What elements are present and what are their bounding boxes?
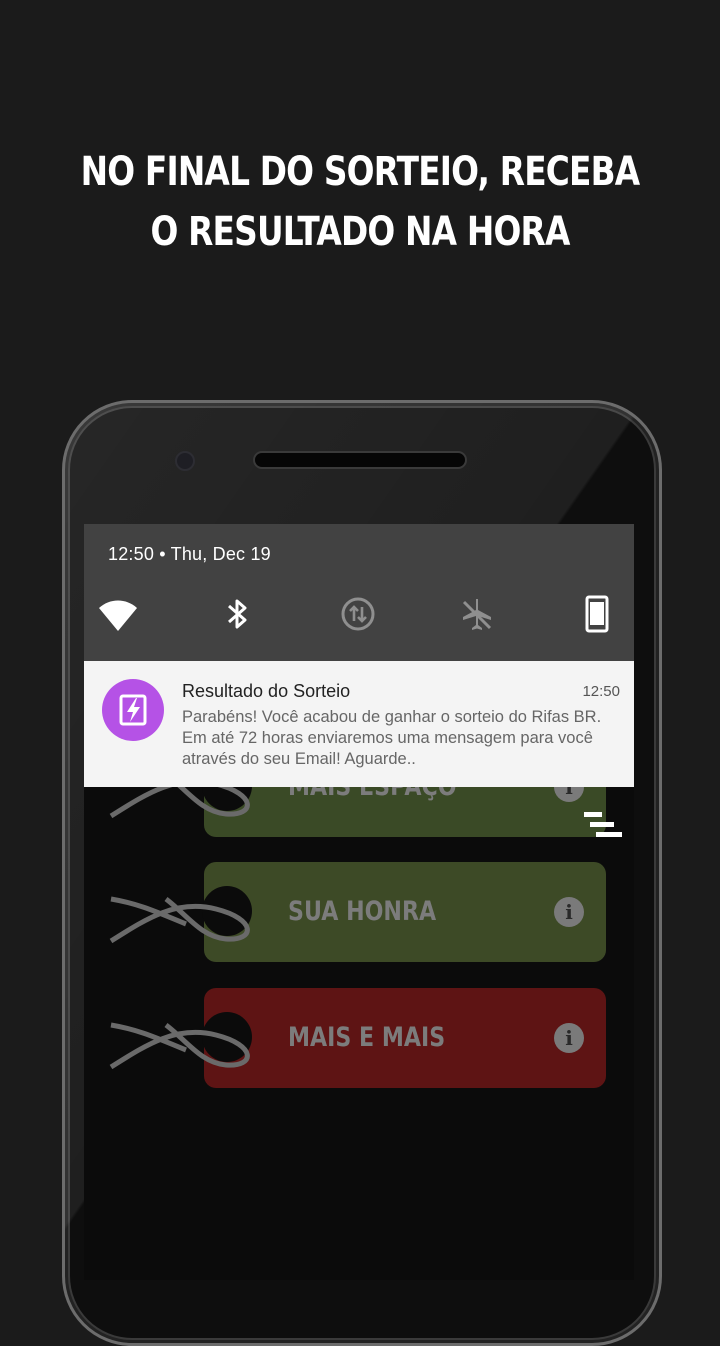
notification-time: 12:50 (582, 683, 620, 700)
phone-rotate-icon[interactable] (577, 594, 617, 634)
info-icon[interactable]: i (554, 1023, 584, 1053)
phone-screen: MAIS ESPAÇO i SUA HONRA i MAIS E MAIS i … (84, 524, 634, 1280)
status-time-date: 12:50 • Thu, Dec 19 (108, 544, 271, 564)
earpiece-speaker (253, 451, 467, 469)
notification-card[interactable]: Resultado do Sorteio 12:50 Parabéns! Voc… (84, 661, 634, 787)
airplane-mode-icon[interactable] (457, 594, 497, 634)
front-camera (175, 451, 195, 471)
wifi-icon[interactable] (98, 594, 138, 634)
string-icon (109, 896, 250, 944)
headline-line-2: O RESULTADO NA HORA (150, 209, 570, 255)
notification-body: Parabéns! Você acabou de ganhar o sortei… (182, 708, 602, 768)
lightning-icon (119, 694, 147, 726)
headline-line-1: NO FINAL DO SORTEIO, RECEBA (80, 149, 641, 195)
tag-label: MAIS E MAIS (288, 1022, 446, 1053)
string-icon (109, 1022, 250, 1070)
quick-settings-shade: 12:50 • Thu, Dec 19 (84, 524, 634, 661)
data-sync-icon[interactable] (338, 594, 378, 634)
tag-label: SUA HONRA (288, 896, 437, 927)
app-icon (102, 679, 164, 741)
headline: NO FINAL DO SORTEIO, RECEBA O RESULTADO … (65, 142, 655, 262)
bluetooth-icon[interactable] (217, 594, 257, 634)
notification-title: Resultado do Sorteio (182, 681, 351, 701)
menu-icon[interactable] (584, 812, 622, 838)
info-icon[interactable]: i (554, 897, 584, 927)
